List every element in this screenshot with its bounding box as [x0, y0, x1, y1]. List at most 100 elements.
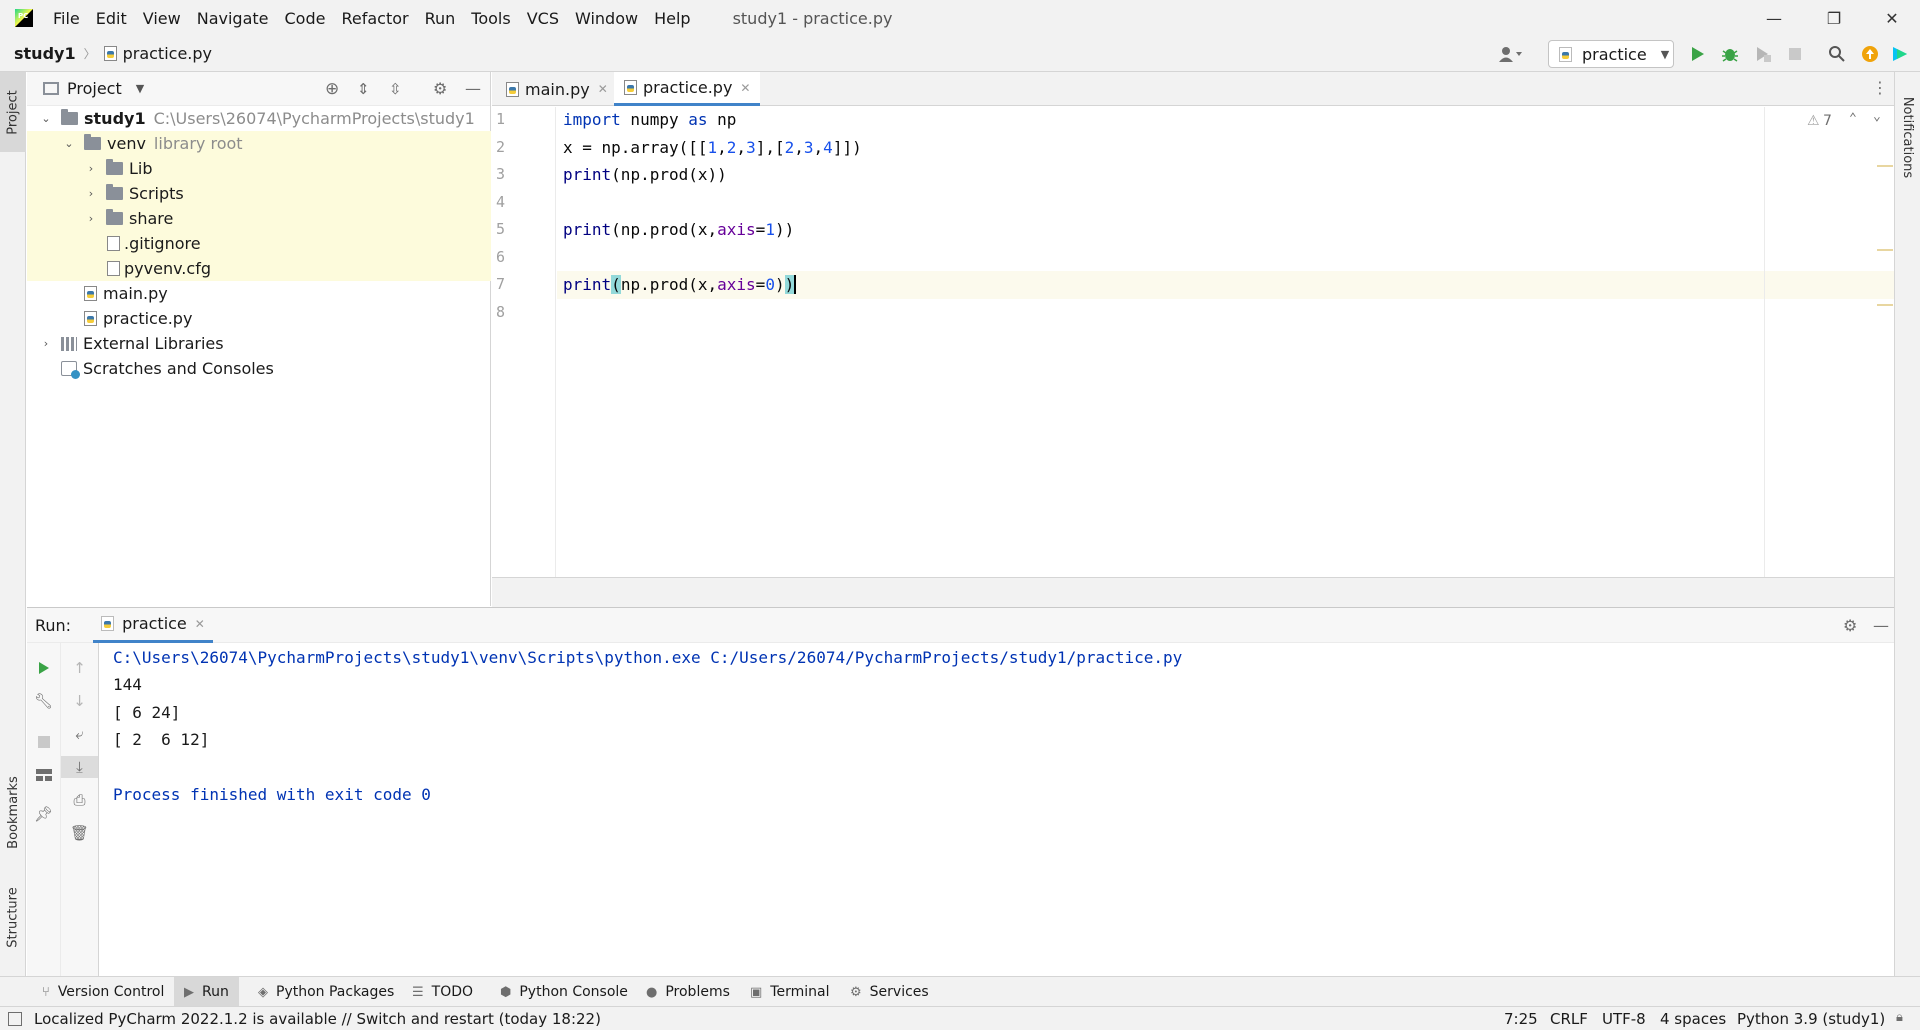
- chevron-right-icon[interactable]: ›: [39, 337, 53, 350]
- menu-tools[interactable]: Tools: [471, 9, 510, 28]
- menu-navigate[interactable]: Navigate: [197, 9, 269, 28]
- scrollbar-marker[interactable]: [1877, 249, 1893, 251]
- run-with-coverage-icon[interactable]: [1753, 44, 1773, 64]
- bookmarks-tool-tab[interactable]: Bookmarks: [0, 762, 26, 862]
- menu-view[interactable]: View: [143, 9, 181, 28]
- chevron-right-icon[interactable]: ›: [84, 162, 98, 175]
- menu-file[interactable]: File: [53, 9, 80, 28]
- caret-position[interactable]: 7:25: [1504, 1010, 1538, 1028]
- tree-item-practice-py[interactable]: practice.py: [27, 306, 491, 331]
- previous-highlight-icon[interactable]: ⌃: [1849, 111, 1857, 126]
- expand-all-icon[interactable]: ⇕: [357, 80, 370, 98]
- line-number: 5: [496, 220, 506, 238]
- close-tab-icon[interactable]: ✕: [740, 81, 750, 95]
- print-icon[interactable]: ⎙: [61, 789, 98, 811]
- tab-problems[interactable]: ● Problems: [646, 977, 730, 1007]
- close-tab-icon[interactable]: ✕: [598, 82, 608, 96]
- debug-icon[interactable]: [1720, 44, 1740, 64]
- tree-item-scratches[interactable]: Scratches and Consoles: [27, 356, 491, 381]
- more-tabs-icon[interactable]: ⋮: [1872, 78, 1888, 97]
- run-console-output[interactable]: C:\Users\26074\PycharmProjects\study1\ve…: [100, 643, 1894, 976]
- scrollbar-marker[interactable]: [1877, 165, 1893, 167]
- tree-item-scripts[interactable]: › Scripts: [27, 181, 491, 206]
- run-icon[interactable]: [1688, 44, 1708, 64]
- update-icon[interactable]: [1860, 44, 1880, 64]
- lock-icon[interactable]: 🔒︎: [1896, 1010, 1903, 1025]
- user-account-icon[interactable]: [1494, 44, 1530, 64]
- python-interpreter[interactable]: Python 3.9 (study1): [1737, 1010, 1885, 1028]
- chevron-down-icon[interactable]: ▼: [136, 82, 144, 95]
- restore-button[interactable]: ❐: [1806, 0, 1862, 36]
- tab-version-control[interactable]: ⑂ Version Control: [42, 977, 164, 1007]
- tab-practice-py[interactable]: practice.py ✕: [614, 72, 761, 106]
- down-arrow-icon[interactable]: ↓: [61, 690, 98, 712]
- tab-services[interactable]: ⚙ Services: [850, 977, 929, 1007]
- menu-window[interactable]: Window: [575, 9, 638, 28]
- chevron-right-icon[interactable]: ›: [84, 187, 98, 200]
- tree-item-main-py[interactable]: main.py: [27, 281, 491, 306]
- tab-run[interactable]: ▶ Run: [174, 977, 239, 1007]
- breadcrumb-file[interactable]: practice.py: [123, 44, 212, 63]
- project-pane-title[interactable]: Project: [67, 79, 122, 98]
- code-editor[interactable]: import numpy as np x = np.array([[1,2,3]…: [557, 107, 1894, 577]
- tree-item-share[interactable]: › share: [27, 206, 491, 231]
- tab-todo[interactable]: ☰ TODO: [412, 977, 473, 1007]
- chevron-down-icon[interactable]: ⌄: [39, 112, 53, 125]
- tab-main-py[interactable]: main.py ✕: [496, 72, 618, 106]
- menu-vcs[interactable]: VCS: [527, 9, 559, 28]
- stop-icon[interactable]: [27, 731, 60, 753]
- collapse-all-icon[interactable]: ⇳: [389, 80, 402, 98]
- tree-item-pyvenv-cfg[interactable]: pyvenv.cfg: [27, 256, 491, 281]
- structure-tool-tab[interactable]: Structure: [0, 872, 26, 962]
- stop-icon[interactable]: [1785, 44, 1805, 64]
- close-tab-icon[interactable]: ✕: [195, 617, 205, 631]
- status-message[interactable]: Localized PyCharm 2022.1.2 is available …: [34, 1010, 601, 1028]
- minimize-button[interactable]: —: [1746, 0, 1802, 36]
- menu-run[interactable]: Run: [425, 9, 456, 28]
- chevron-right-icon[interactable]: ›: [84, 212, 98, 225]
- menu-code[interactable]: Code: [285, 9, 326, 28]
- soft-wrap-icon[interactable]: ⤶: [61, 723, 98, 745]
- layout-icon[interactable]: [27, 764, 60, 786]
- warnings-count[interactable]: 7: [1823, 113, 1832, 129]
- warning-icon[interactable]: ⚠: [1807, 113, 1820, 129]
- jetbrains-toolbox-icon[interactable]: [1890, 44, 1910, 64]
- menu-edit[interactable]: Edit: [96, 9, 127, 28]
- tree-item-external-libraries[interactable]: › External Libraries: [27, 331, 491, 356]
- hide-panel-icon[interactable]: —: [465, 79, 481, 98]
- menu-help[interactable]: Help: [654, 9, 690, 28]
- wrench-icon[interactable]: 🔧︎: [27, 690, 60, 712]
- hide-panel-icon[interactable]: —: [1873, 616, 1889, 635]
- tab-terminal[interactable]: ▣ Terminal: [750, 977, 829, 1007]
- close-button[interactable]: ✕: [1864, 0, 1920, 36]
- next-highlight-icon[interactable]: ⌄: [1873, 109, 1881, 124]
- tree-item-study1[interactable]: ⌄ study1 C:\Users\26074\PycharmProjects\…: [27, 106, 491, 131]
- notifications-tool-tab[interactable]: Notifications: [1895, 82, 1920, 192]
- indent-setting[interactable]: 4 spaces: [1660, 1010, 1726, 1028]
- project-tool-tab[interactable]: Project: [0, 72, 26, 152]
- locate-file-icon[interactable]: ⊕: [325, 79, 339, 99]
- line-separator[interactable]: CRLF: [1550, 1010, 1588, 1028]
- scroll-to-end-icon[interactable]: ⤓: [61, 756, 98, 778]
- menu-refactor[interactable]: Refactor: [341, 9, 408, 28]
- tree-item-gitignore[interactable]: .gitignore: [27, 231, 491, 256]
- trash-icon[interactable]: 🗑︎: [61, 822, 98, 844]
- scrollbar-marker[interactable]: [1877, 304, 1893, 306]
- toggle-tool-windows-icon[interactable]: [8, 1012, 22, 1026]
- breadcrumb-project[interactable]: study1: [14, 44, 76, 63]
- chevron-down-icon[interactable]: ⌄: [62, 137, 76, 150]
- tree-item-lib[interactable]: › Lib: [27, 156, 491, 181]
- run-configuration-selector[interactable]: practice ▼: [1548, 40, 1674, 68]
- gear-icon[interactable]: ⚙: [1843, 616, 1857, 635]
- up-arrow-icon[interactable]: ↑: [61, 657, 98, 679]
- tab-python-console[interactable]: ⬢ Python Console: [500, 977, 628, 1007]
- tab-python-packages[interactable]: ◈ Python Packages: [258, 977, 394, 1007]
- rerun-icon[interactable]: [27, 657, 60, 679]
- run-tab-practice[interactable]: practice ✕: [93, 607, 213, 643]
- file-encoding[interactable]: UTF-8: [1602, 1010, 1646, 1028]
- tree-item-venv[interactable]: ⌄ venv library root: [27, 131, 491, 156]
- pin-icon[interactable]: 📌︎: [27, 803, 60, 825]
- gear-icon[interactable]: ⚙: [433, 79, 447, 98]
- search-icon[interactable]: [1827, 44, 1847, 64]
- tab-label: Services: [869, 984, 929, 1000]
